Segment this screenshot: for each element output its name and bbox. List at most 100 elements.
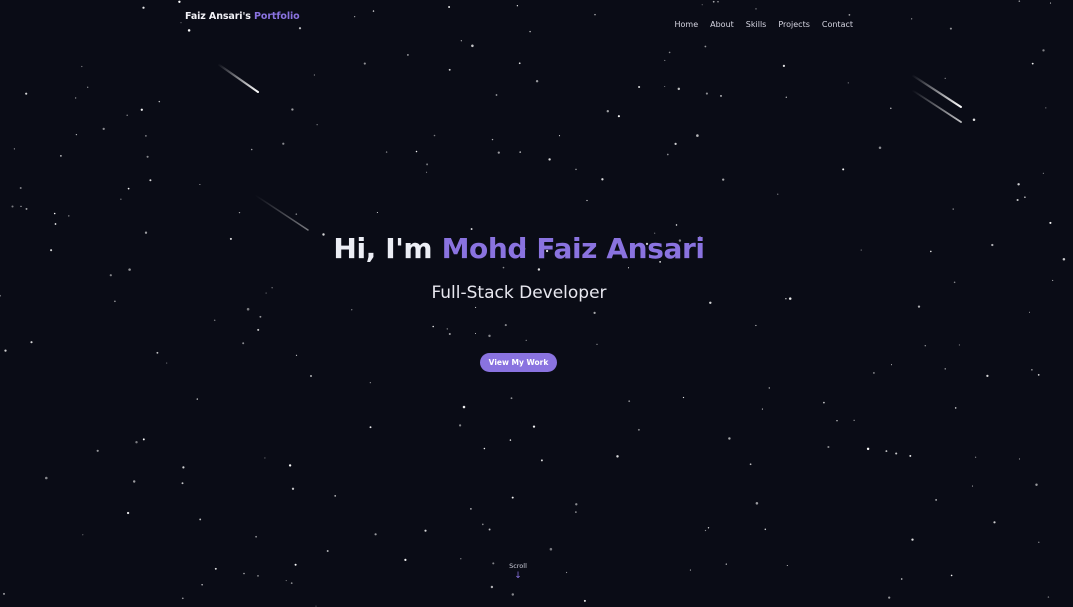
star bbox=[282, 142, 285, 145]
star bbox=[958, 344, 960, 346]
star bbox=[326, 550, 329, 552]
star bbox=[761, 408, 763, 410]
star bbox=[181, 482, 184, 485]
hero-section: Hi, I'm Mohd Faiz Ansari Full-Stack Deve… bbox=[0, 232, 1038, 303]
nav-links: Home About Skills Projects Contact bbox=[675, 12, 854, 31]
star bbox=[1018, 458, 1021, 460]
nav-link-contact[interactable]: Contact bbox=[822, 20, 853, 29]
hero-greeting: Hi, I'm bbox=[333, 232, 433, 265]
star bbox=[847, 82, 849, 84]
star bbox=[866, 447, 870, 451]
shooting-star bbox=[911, 89, 962, 123]
star bbox=[497, 151, 500, 154]
star bbox=[264, 457, 266, 459]
star bbox=[972, 118, 976, 121]
star bbox=[310, 375, 312, 377]
star bbox=[895, 452, 898, 455]
star bbox=[885, 450, 888, 453]
shooting-star bbox=[911, 74, 962, 108]
star bbox=[952, 208, 954, 210]
star bbox=[495, 94, 498, 96]
star bbox=[558, 135, 561, 137]
star bbox=[294, 563, 297, 566]
star bbox=[475, 306, 477, 308]
star bbox=[483, 447, 486, 450]
star bbox=[575, 168, 577, 171]
star bbox=[900, 578, 903, 580]
star bbox=[246, 307, 250, 311]
star bbox=[617, 115, 620, 118]
star bbox=[474, 332, 477, 335]
star bbox=[749, 463, 752, 466]
star bbox=[214, 567, 217, 570]
star bbox=[664, 85, 666, 88]
star bbox=[166, 362, 168, 364]
star bbox=[878, 146, 882, 149]
nav-link-about[interactable]: About bbox=[710, 20, 734, 29]
star bbox=[313, 74, 315, 76]
star bbox=[725, 563, 727, 565]
star bbox=[917, 305, 921, 308]
star bbox=[120, 198, 122, 200]
star bbox=[196, 398, 198, 400]
star bbox=[786, 564, 788, 567]
star bbox=[334, 495, 337, 497]
star bbox=[295, 354, 298, 356]
star bbox=[54, 223, 57, 225]
star bbox=[20, 205, 22, 208]
star bbox=[755, 324, 757, 327]
star bbox=[549, 547, 553, 551]
star bbox=[250, 148, 253, 151]
star bbox=[45, 476, 48, 480]
scroll-indicator[interactable]: Scroll ↓ bbox=[498, 562, 538, 582]
nav-link-home[interactable]: Home bbox=[675, 20, 699, 29]
star bbox=[705, 92, 708, 95]
nav-item-projects: Projects bbox=[778, 12, 810, 31]
star bbox=[974, 456, 977, 458]
star bbox=[575, 511, 577, 513]
star bbox=[593, 311, 596, 315]
star bbox=[704, 45, 707, 48]
star bbox=[376, 211, 378, 214]
star bbox=[504, 324, 507, 327]
star bbox=[470, 228, 473, 230]
star bbox=[1016, 198, 1019, 202]
star bbox=[488, 334, 491, 338]
star bbox=[458, 424, 462, 427]
star bbox=[11, 205, 14, 208]
nav-item-home: Home bbox=[675, 12, 699, 31]
star bbox=[315, 605, 317, 607]
star bbox=[238, 211, 241, 214]
view-my-work-button[interactable]: View My Work bbox=[480, 353, 557, 372]
star bbox=[369, 426, 372, 429]
star bbox=[755, 502, 759, 505]
star bbox=[511, 496, 514, 499]
star bbox=[853, 419, 855, 421]
star bbox=[664, 59, 666, 61]
star bbox=[935, 499, 937, 501]
star bbox=[601, 178, 604, 181]
star bbox=[140, 108, 143, 111]
shooting-stars bbox=[217, 63, 962, 231]
star bbox=[616, 455, 619, 458]
star bbox=[596, 343, 598, 345]
star bbox=[566, 571, 568, 574]
nav-item-skills: Skills bbox=[746, 12, 767, 31]
star bbox=[242, 342, 245, 345]
hero-page: Faiz Ansari's Portfolio Home About Skill… bbox=[0, 0, 1073, 607]
star bbox=[675, 224, 678, 226]
star bbox=[255, 535, 257, 538]
star bbox=[1028, 311, 1031, 313]
brand-logo[interactable]: Faiz Ansari's Portfolio bbox=[185, 11, 300, 22]
star bbox=[722, 178, 725, 181]
hero-title: Hi, I'm Mohd Faiz Ansari bbox=[0, 232, 1038, 265]
nav-link-projects[interactable]: Projects bbox=[778, 20, 810, 29]
star bbox=[1052, 279, 1054, 281]
star bbox=[199, 183, 201, 186]
nav-link-skills[interactable]: Skills bbox=[746, 20, 767, 29]
star bbox=[19, 187, 22, 189]
star bbox=[823, 401, 825, 404]
shooting-star bbox=[217, 63, 259, 93]
star bbox=[374, 533, 377, 536]
star bbox=[460, 40, 462, 42]
